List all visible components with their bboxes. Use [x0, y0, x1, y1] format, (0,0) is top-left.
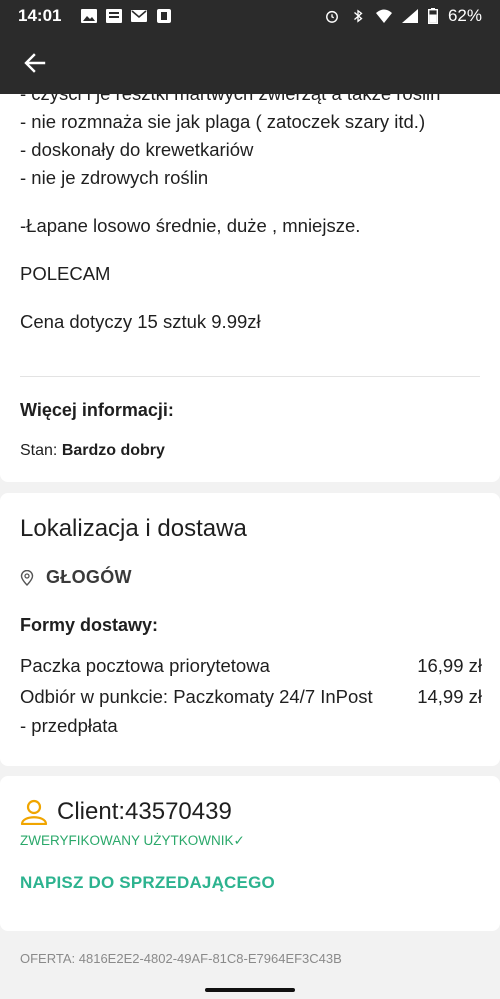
delivery-title: Formy dostawy:: [20, 615, 159, 635]
condition-label: Stan:: [20, 442, 58, 459]
location-title: Lokalizacja i dostawa: [20, 515, 247, 542]
location-city[interactable]: GŁOGÓW: [20, 567, 132, 588]
image-icon: [81, 9, 98, 23]
app-icon: [157, 9, 172, 23]
bluetooth-icon: [354, 9, 363, 23]
condition-row: Stan: Bardzo dobry: [20, 442, 165, 460]
location-delivery-card: Lokalizacja i dostawa GŁOGÓW Formy dosta…: [0, 493, 500, 766]
delivery-option-price: 14,99 zł: [417, 686, 482, 707]
divider: [20, 376, 480, 377]
city-name: GŁOGÓW: [46, 567, 132, 587]
battery-percent: 62%: [447, 6, 482, 25]
offer-id: OFERTA: 4816E2E2-4802-49AF-81C8-E7964EF3…: [20, 951, 342, 966]
seller-card: Client:43570439 ZWERYFIKOWANY UŻYTKOWNIK…: [0, 776, 500, 931]
seller-name-row[interactable]: Client:43570439: [20, 798, 232, 826]
mail-icon: [131, 10, 148, 22]
location-pin-icon: [20, 569, 34, 586]
signal-icon: [401, 9, 418, 23]
wifi-icon: [375, 9, 392, 23]
alarm-icon: [326, 10, 338, 23]
description-line: - nie je zdrowych roślin: [20, 167, 209, 188]
description-card: - czyści i je resztki martwych zwierząt …: [0, 94, 500, 482]
notification-icons: [81, 9, 172, 23]
battery-icon: [427, 8, 438, 24]
description-line: - doskonały do krewetkariów: [20, 139, 254, 160]
delivery-option: Paczka pocztowa priorytetowa 16,99 zł: [20, 655, 482, 677]
verified-badge: ZWERYFIKOWANY UŻYTKOWNIK✓: [20, 833, 245, 848]
home-indicator[interactable]: [205, 988, 295, 992]
more-info-title: Więcej informacji:: [20, 400, 174, 420]
app-bar: [0, 32, 500, 94]
seller-name: Client:43570439: [57, 798, 232, 825]
condition-value: Bardzo dobry: [61, 442, 165, 459]
check-icon: ✓: [233, 833, 245, 848]
status-bar: 14:01 62%: [0, 0, 500, 32]
description-paragraph: -Łapane losowo średnie, duże , mniejsze.: [20, 215, 361, 236]
description-text: - czyści i je resztki martwych zwierząt …: [20, 94, 480, 336]
description-clipped-line: - czyści i je resztki martwych zwierząt …: [20, 94, 480, 108]
user-icon: [20, 799, 48, 825]
description-paragraph: POLECAM: [20, 263, 111, 284]
back-button[interactable]: [21, 49, 49, 77]
price-note: Cena dotyczy 15 sztuk 9.99zł: [20, 311, 261, 332]
news-icon: [106, 9, 123, 23]
description-line: - nie rozmnaża sie jak plaga ( zatoczek …: [20, 111, 426, 132]
delivery-option-name: Odbiór w punkcie: Paczkomaty 24/7 InPost: [20, 686, 373, 707]
arrow-left-icon: [24, 53, 46, 73]
clock: 14:01: [18, 6, 62, 25]
delivery-option: Odbiór w punkcie: Paczkomaty 24/7 InPost…: [20, 686, 482, 708]
contact-seller-button[interactable]: NAPISZ DO SPRZEDAJĄCEGO: [20, 873, 275, 893]
delivery-option-price: 16,99 zł: [417, 655, 482, 676]
delivery-option-continuation: - przedpłata: [20, 715, 118, 736]
delivery-option-name: Paczka pocztowa priorytetowa: [20, 655, 270, 676]
